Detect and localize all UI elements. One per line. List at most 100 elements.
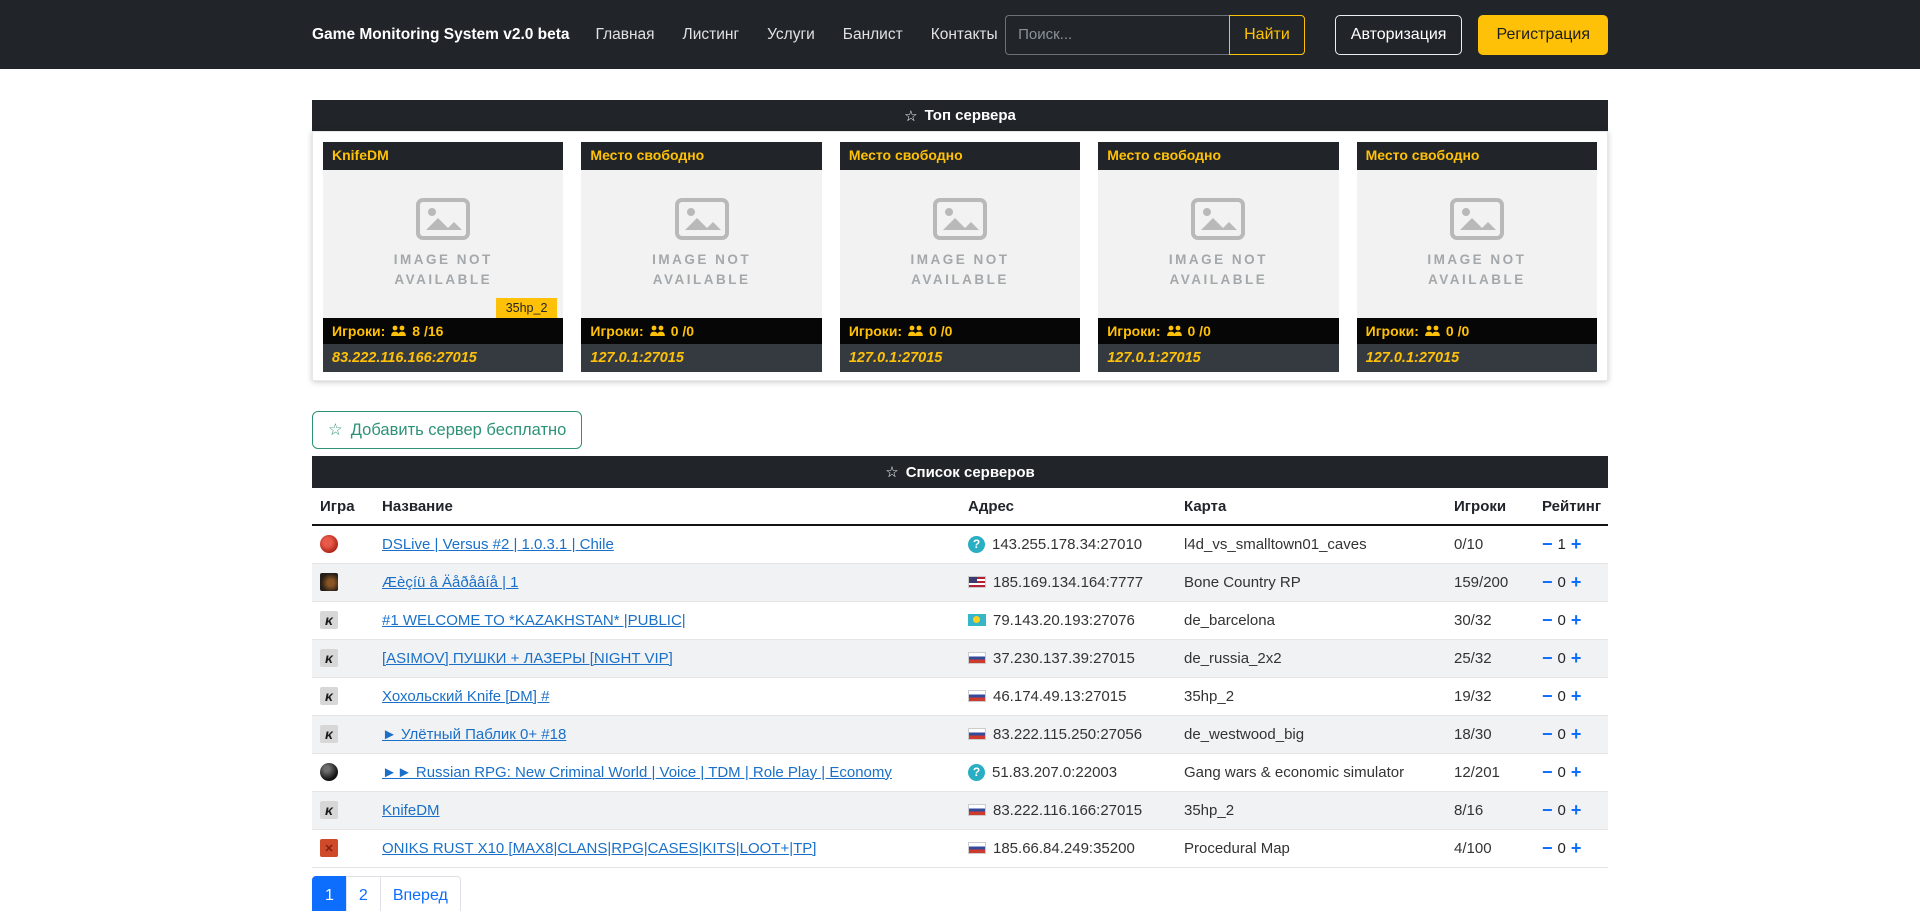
server-name-link[interactable]: DSLive | Versus #2 | 1.0.3.1 | Chile <box>382 536 614 553</box>
top-servers-header: ☆ Топ сервера <box>312 100 1608 131</box>
players-count: 0 /0 <box>929 323 952 339</box>
players-label: Игроки: <box>1366 323 1419 339</box>
top-server-card[interactable]: KnifeDM IMAGE NOT AVAILABLE 35hp_2 Игрок… <box>323 142 563 372</box>
vote-down-button[interactable]: − <box>1542 611 1553 629</box>
image-not-available-text: IMAGE NOT AVAILABLE <box>627 250 777 291</box>
server-row: KnifeDM 83.222.116.166:27015 35hp_2 8/16… <box>312 791 1608 829</box>
game-icon <box>320 649 338 667</box>
server-address: 83.222.116.166:27015 <box>993 802 1142 819</box>
vote-up-button[interactable]: + <box>1571 573 1582 591</box>
country-flag-icon <box>968 536 985 553</box>
vote-up-button[interactable]: + <box>1571 839 1582 857</box>
vote-down-button[interactable]: − <box>1542 725 1553 743</box>
search-button[interactable]: Найти <box>1229 15 1305 55</box>
server-name-link[interactable]: Æèçíü â Äåðåâíå | 1 <box>382 574 519 591</box>
server-row: Хохольский Knife [DM] # 46.174.49.13:270… <box>312 677 1608 715</box>
vote-up-button[interactable]: + <box>1571 725 1582 743</box>
search-input[interactable] <box>1005 15 1229 55</box>
vote-up-button[interactable]: + <box>1571 763 1582 781</box>
players-icon <box>1424 325 1441 337</box>
vote-down-button[interactable]: − <box>1542 573 1553 591</box>
game-icon <box>320 573 338 591</box>
vote-up-button[interactable]: + <box>1571 649 1582 667</box>
players-count: 0 /0 <box>1446 323 1469 339</box>
nav-link-listing[interactable]: Листинг <box>683 26 740 44</box>
vote-down-button[interactable]: − <box>1542 649 1553 667</box>
vote-up-button[interactable]: + <box>1571 687 1582 705</box>
players-label: Игроки: <box>1107 323 1160 339</box>
server-players: 30/32 <box>1446 601 1534 639</box>
vote-up-button[interactable]: + <box>1571 535 1582 553</box>
nav-link-home[interactable]: Главная <box>596 26 655 44</box>
nav-link-contacts[interactable]: Контакты <box>931 26 998 44</box>
col-map: Карта <box>1176 488 1446 525</box>
top-server-card[interactable]: Место свободно IMAGE NOT AVAILABLE Игрок… <box>840 142 1080 372</box>
server-row: ►► Russian RPG: New Criminal World | Voi… <box>312 753 1608 791</box>
pagination-item[interactable]: 2 <box>346 876 381 911</box>
game-icon <box>320 763 338 781</box>
server-row: [ASIMOV] ПУШКИ + ЛАЗЕРЫ [NIGHT VIP] 37.2… <box>312 639 1608 677</box>
server-name-link[interactable]: Хохольский Knife [DM] # <box>382 688 549 705</box>
login-button[interactable]: Авторизация <box>1335 15 1463 55</box>
pagination-item[interactable]: 1 <box>312 876 347 911</box>
server-list-header: ☆ Список серверов <box>312 456 1608 488</box>
add-server-label: Добавить сервер бесплатно <box>351 421 567 440</box>
vote-up-button[interactable]: + <box>1571 801 1582 819</box>
server-name-link[interactable]: KnifeDM <box>382 802 440 819</box>
add-server-button[interactable]: ☆ Добавить сервер бесплатно <box>312 411 582 449</box>
server-name-link[interactable]: ►► Russian RPG: New Criminal World | Voi… <box>382 764 892 781</box>
server-address: 185.66.84.249:35200 <box>993 840 1135 857</box>
country-flag-icon <box>968 690 986 702</box>
players-icon <box>390 325 407 337</box>
vote-down-button[interactable]: − <box>1542 535 1553 553</box>
server-name-link[interactable]: ► Улётный Паблик 0+ #18 <box>382 726 566 743</box>
server-map: de_westwood_big <box>1176 715 1446 753</box>
image-not-available-icon <box>1450 198 1504 240</box>
server-row: Æèçíü â Äåðåâíå | 1 185.169.134.164:7777… <box>312 563 1608 601</box>
top-servers-cards: KnifeDM IMAGE NOT AVAILABLE 35hp_2 Игрок… <box>312 131 1608 381</box>
server-map: de_barcelona <box>1176 601 1446 639</box>
vote-down-button[interactable]: − <box>1542 763 1553 781</box>
col-rating: Рейтинг <box>1534 488 1608 525</box>
nav-link-services[interactable]: Услуги <box>767 26 815 44</box>
star-icon: ☆ <box>904 107 917 125</box>
server-list-title: Список серверов <box>906 464 1035 481</box>
top-server-card[interactable]: Место свободно IMAGE NOT AVAILABLE Игрок… <box>581 142 821 372</box>
server-name-link[interactable]: [ASIMOV] ПУШКИ + ЛАЗЕРЫ [NIGHT VIP] <box>382 650 673 667</box>
server-name-link[interactable]: #1 WELCOME TO *KAZAKHSTAN* |PUBLIC| <box>382 612 686 629</box>
country-flag-icon <box>968 652 986 664</box>
pagination-item[interactable]: Вперед <box>380 876 461 911</box>
server-players: 19/32 <box>1446 677 1534 715</box>
rating-count: 0 <box>1558 840 1566 857</box>
star-icon: ☆ <box>328 420 343 440</box>
vote-down-button[interactable]: − <box>1542 801 1553 819</box>
navbar: Game Monitoring System v2.0 beta Главная… <box>0 0 1920 69</box>
card-server-name: Место свободно <box>1357 142 1597 170</box>
card-image-placeholder: IMAGE NOT AVAILABLE <box>840 170 1080 318</box>
top-server-card[interactable]: Место свободно IMAGE NOT AVAILABLE Игрок… <box>1098 142 1338 372</box>
main-nav: Главная Листинг Услуги Банлист Контакты <box>596 26 998 44</box>
card-server-name: Место свободно <box>840 142 1080 170</box>
players-label: Игроки: <box>849 323 902 339</box>
vote-down-button[interactable]: − <box>1542 687 1553 705</box>
server-map: Gang wars & economic simulator <box>1176 753 1446 791</box>
server-address: 185.169.134.164:7777 <box>993 574 1143 591</box>
brand-title: Game Monitoring System v2.0 beta <box>312 26 570 44</box>
game-icon <box>320 535 338 553</box>
card-image-placeholder: IMAGE NOT AVAILABLE 35hp_2 <box>323 170 563 318</box>
register-button[interactable]: Регистрация <box>1478 15 1608 55</box>
players-icon <box>649 325 666 337</box>
map-badge: 35hp_2 <box>496 298 558 318</box>
nav-link-banlist[interactable]: Банлист <box>843 26 903 44</box>
country-flag-icon <box>968 842 986 854</box>
server-name-link[interactable]: ONIKS RUST X10 [MAX8|CLANS|RPG|CASES|KIT… <box>382 840 816 857</box>
vote-up-button[interactable]: + <box>1571 611 1582 629</box>
card-server-ip: 83.222.116.166:27015 <box>323 344 563 372</box>
card-server-ip: 127.0.1:27015 <box>1098 344 1338 372</box>
game-icon <box>320 801 338 819</box>
server-players: 4/100 <box>1446 829 1534 867</box>
image-not-available-icon <box>675 198 729 240</box>
vote-down-button[interactable]: − <box>1542 839 1553 857</box>
top-server-card[interactable]: Место свободно IMAGE NOT AVAILABLE Игрок… <box>1357 142 1597 372</box>
table-header-row: Игра Название Адрес Карта Игроки Рейтинг <box>312 488 1608 525</box>
